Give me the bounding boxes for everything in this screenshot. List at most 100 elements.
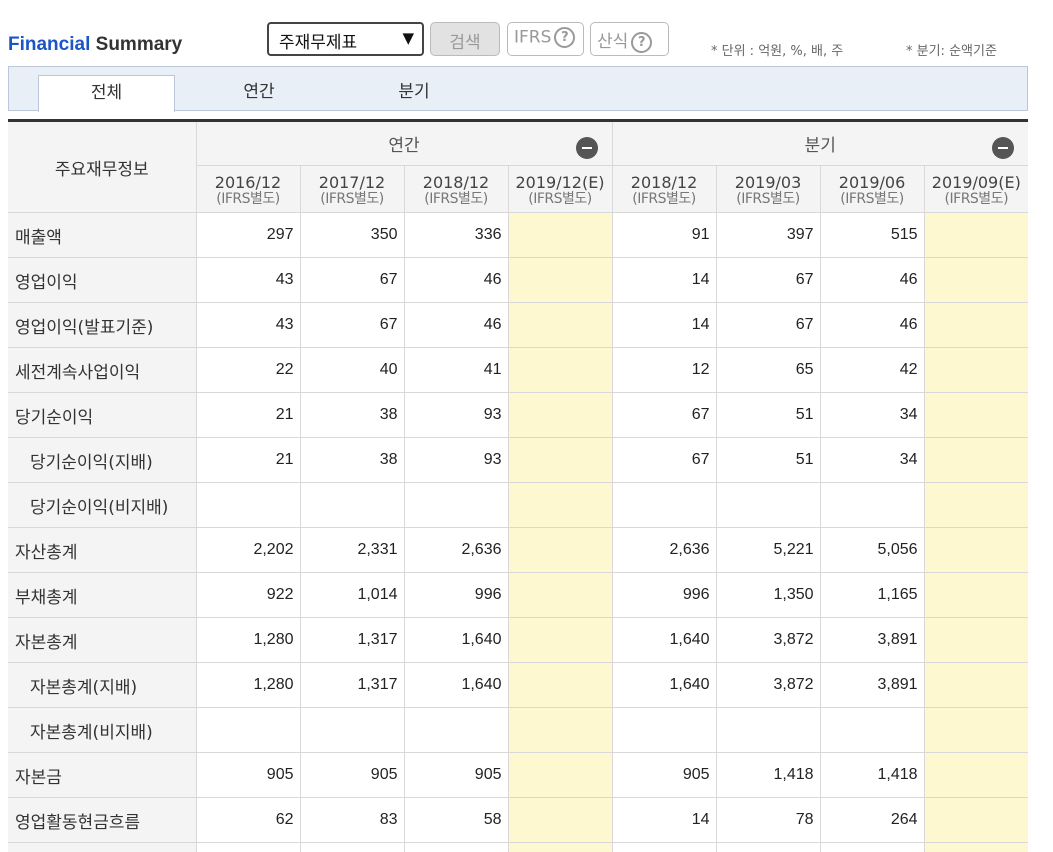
table-row: 자본금 905 905 905 905 1,418 1,418 [8,752,1029,798]
value-cell: 1,640 [403,662,509,708]
value-cell: 297 [195,212,301,258]
value-cell [507,662,613,708]
value-cell: 996 [611,572,717,618]
value-cell [195,707,301,753]
value-cell: 67 [299,257,405,303]
period-label: 2019/06 [838,172,906,192]
value-cell: 2,202 [195,527,301,573]
value-cell: 2,331 [299,527,405,573]
value-cell: 1,317 [299,617,405,663]
table-row: 영업이익(발표기준) 43 67 46 14 67 46 [8,302,1029,348]
value-cell [819,842,925,852]
value-cell: 1,640 [611,662,717,708]
table-row: 매출액 297 350 336 91 397 515 [8,212,1029,258]
period-basis: (IFRS별도) [424,190,488,207]
value-cell: 996 [403,572,509,618]
row-label [8,842,197,852]
value-cell: 40 [299,347,405,393]
value-cell [923,302,1029,348]
ifrs-label: IFRS [514,27,552,48]
value-cell: 1,640 [611,617,717,663]
value-cell [299,707,405,753]
value-cell: 3,872 [715,662,821,708]
value-cell [923,752,1029,798]
value-cell: 3,872 [715,617,821,663]
period-header: 2018/12 (IFRS별도) [403,165,509,213]
value-cell [507,797,613,843]
value-cell [715,482,821,528]
row-label: 자본총계 [8,617,197,663]
value-cell: 905 [299,752,405,798]
period-header: 2019/06 (IFRS별도) [819,165,925,213]
value-cell: 22 [195,347,301,393]
financial-summary-table: 주요재무정보 연간 분기 2016/12 (IFRS별도) 2017/12 (IFRS… [8,119,1029,852]
ifrs-help-button[interactable]: IFRS? [507,22,584,56]
value-cell: 336 [403,212,509,258]
value-cell [507,752,613,798]
value-cell: 91 [611,212,717,258]
statement-select[interactable]: 주재무제표 ▼ [267,22,424,56]
value-cell: 83 [299,797,405,843]
value-cell: 905 [403,752,509,798]
collapse-annual-icon[interactable] [575,137,598,159]
tab-all[interactable]: 전체 [38,75,175,112]
value-cell: 1,014 [299,572,405,618]
table-row: 당기순이익 21 38 93 67 51 34 [8,392,1029,438]
value-cell [923,797,1029,843]
value-cell: 14 [611,257,717,303]
value-cell [819,707,925,753]
value-cell: 58 [403,797,509,843]
value-cell: 51 [715,437,821,483]
value-cell [715,842,821,852]
statement-select-value: 주재무제표 [279,33,358,53]
value-cell: 264 [819,797,925,843]
value-cell: 67 [715,302,821,348]
collapse-quarter-icon[interactable] [992,137,1015,159]
formula-help-button[interactable]: 산식? [590,22,669,56]
value-cell: 3,891 [819,617,925,663]
value-cell: 46 [403,302,509,348]
period-label: 2018/12 [630,172,698,192]
page-title: Financial Summary [8,34,182,56]
value-cell [923,482,1029,528]
tab-quarter[interactable]: 분기 [349,75,479,112]
period-header: 2016/12 (IFRS별도) [196,165,301,213]
value-cell [923,662,1029,708]
value-cell [299,842,405,852]
quarter-note: * 분기: 순액기준 [906,44,997,59]
value-cell: 1,418 [819,752,925,798]
unit-note: * 단위 : 억원, %, 배, 주 [711,44,844,59]
value-cell: 46 [819,257,925,303]
value-cell: 2,636 [611,527,717,573]
tab-annual[interactable]: 연간 [194,75,324,112]
value-cell [923,212,1029,258]
value-cell [403,482,509,528]
value-cell [819,482,925,528]
value-cell [403,707,509,753]
value-cell [507,347,613,393]
value-cell: 34 [819,437,925,483]
value-cell: 922 [195,572,301,618]
value-cell [195,482,301,528]
row-label: 영업이익 [8,257,197,303]
value-cell [507,257,613,303]
value-cell: 5,221 [715,527,821,573]
row-label: 자본총계(지배) [8,662,197,708]
value-cell [923,257,1029,303]
value-cell: 350 [299,212,405,258]
title-rest: Summary [95,34,183,55]
search-button[interactable]: 검색 [430,22,500,56]
value-cell [611,842,717,852]
period-header: 2019/12(E) (IFRS별도) [507,165,613,213]
value-cell: 62 [195,797,301,843]
table-row: 자본총계(지배) 1,280 1,317 1,640 1,640 3,872 3,891 [8,662,1029,708]
value-cell [403,842,509,852]
value-cell: 93 [403,437,509,483]
value-cell: 905 [611,752,717,798]
table-row: 자본총계 1,280 1,317 1,640 1,640 3,872 3,891 [8,617,1029,663]
group-header-quarter: 분기 [611,120,1029,166]
value-cell [507,842,613,852]
value-cell: 78 [715,797,821,843]
table-row: 영업이익 43 67 46 14 67 46 [8,257,1029,303]
period-basis: (IFRS별도) [528,190,592,207]
